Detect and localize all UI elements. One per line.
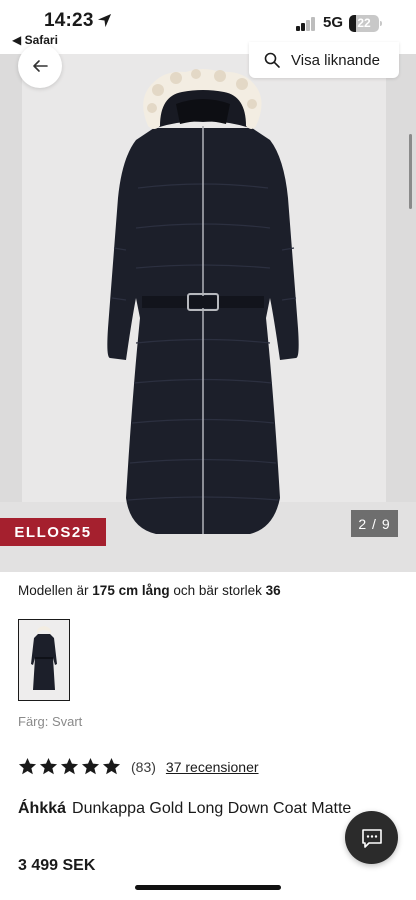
arrow-left-icon	[33, 60, 48, 72]
star-icon	[102, 757, 121, 775]
home-indicator	[135, 885, 281, 890]
coat-thumbnail-image	[31, 626, 57, 690]
clock: 14:23	[44, 10, 94, 31]
view-similar-button[interactable]: Visa liknande	[249, 42, 399, 78]
product-image-coat	[107, 69, 299, 534]
star-icon	[39, 757, 58, 775]
battery-percent: 22	[357, 16, 371, 30]
rating-row: (83) 37 recensioner	[18, 757, 259, 776]
model-info-prefix: Modellen är	[18, 583, 93, 598]
model-info-mid: och bär storlek	[169, 583, 266, 598]
battery-icon: 22	[349, 15, 379, 32]
product-title: Áhkká Dunkappa Gold Long Down Coat Matte	[18, 796, 358, 821]
view-similar-label: Visa liknande	[291, 51, 380, 69]
star-icon	[60, 757, 79, 775]
location-arrow-icon	[97, 13, 112, 28]
reviews-link[interactable]: 37 recensioner	[166, 759, 259, 775]
star-icon	[81, 757, 100, 775]
rating-stars	[18, 757, 121, 776]
model-height: 175 cm lång	[92, 583, 170, 598]
chat-icon	[361, 828, 382, 848]
rating-count: (83)	[131, 758, 156, 775]
cellular-signal-icon	[296, 17, 316, 31]
scroll-indicator	[409, 134, 412, 209]
product-image-gallery[interactable]	[0, 54, 416, 572]
star-icon	[18, 757, 37, 775]
next-image-peek	[386, 54, 416, 572]
product-brand[interactable]: Áhkká	[18, 800, 66, 817]
product-name: Dunkappa Gold Long Down Coat Matte	[72, 800, 352, 817]
color-label: Färg: Svart	[18, 714, 83, 729]
battery-tip	[380, 21, 382, 26]
color-swatch-thumbnail[interactable]	[18, 619, 70, 701]
search-icon	[264, 52, 280, 68]
chat-button[interactable]	[345, 811, 398, 864]
prev-image-peek	[0, 54, 22, 572]
product-price: 3 499 SEK	[18, 857, 96, 874]
network-type: 5G	[323, 14, 344, 31]
back-button[interactable]	[18, 44, 62, 88]
model-size: 36	[265, 583, 281, 598]
image-counter: 2 / 9	[351, 510, 398, 537]
model-info: Modellen är 175 cm lång och bär storlek …	[18, 583, 281, 598]
promo-badge: ELLOS25	[0, 518, 106, 546]
